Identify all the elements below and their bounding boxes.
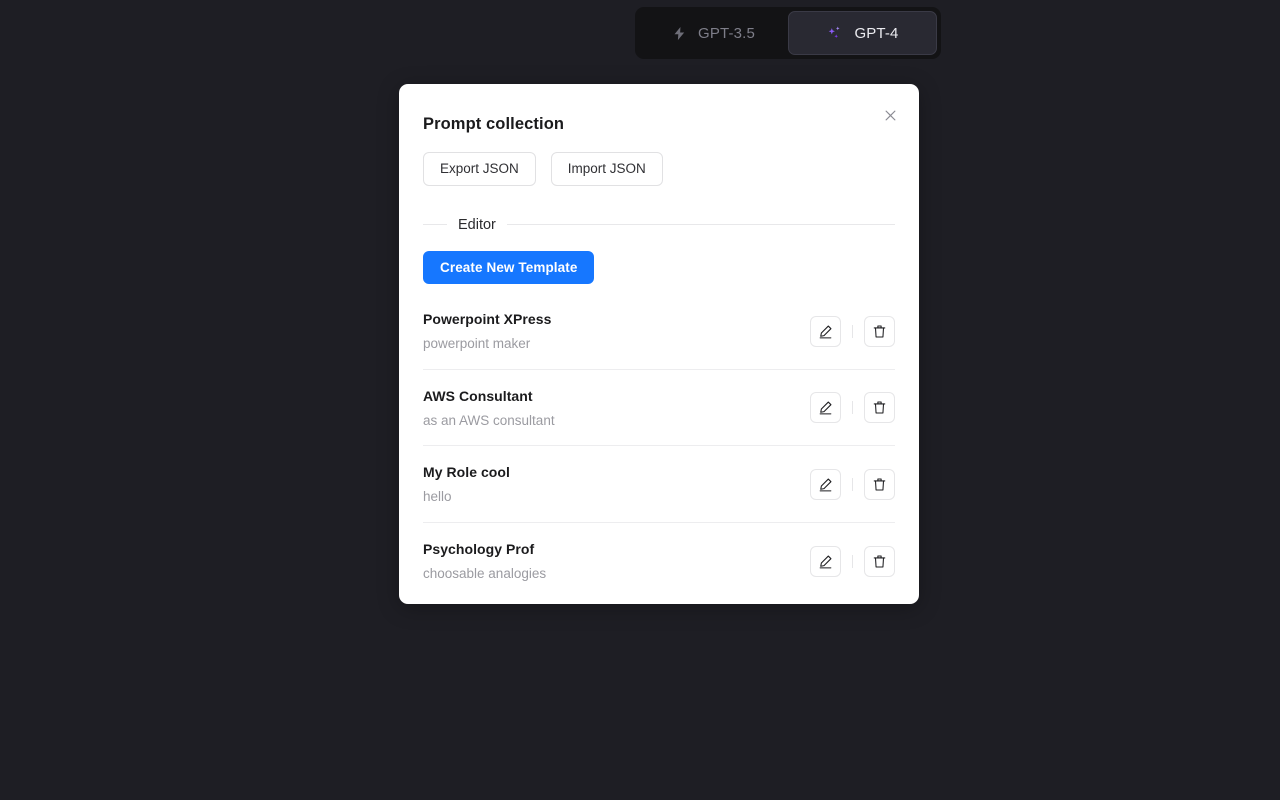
template-list: Powerpoint XPress powerpoint maker AWS C…: [423, 308, 895, 598]
json-button-group: Export JSON Import JSON: [423, 151, 895, 186]
trash-delete-icon: [873, 325, 886, 338]
modal-title: Prompt collection: [423, 115, 565, 133]
import-json-button[interactable]: Import JSON: [550, 151, 663, 186]
template-description: powerpoint maker: [423, 336, 531, 352]
pencil-edit-icon: [819, 401, 832, 415]
row-actions: [810, 315, 895, 347]
model-tab-label: GPT-4: [854, 24, 899, 42]
table-row: Powerpoint XPress powerpoint maker: [423, 308, 895, 369]
template-description: hello: [423, 489, 452, 505]
prompt-collection-modal: Prompt collection Export JSON Import JSO…: [399, 84, 919, 604]
divider-rule-left: [423, 224, 447, 226]
divider-rule-right: [506, 224, 895, 226]
action-separator: [852, 478, 853, 492]
template-text: My Role cool hello: [423, 464, 510, 505]
edit-template-button[interactable]: [810, 392, 841, 424]
template-text: Psychology Prof choosable analogies: [423, 541, 546, 582]
action-separator: [852, 401, 853, 415]
template-text: AWS Consultant as an AWS consultant: [423, 388, 555, 429]
template-description: choosable analogies: [423, 565, 547, 581]
row-actions: [810, 469, 895, 501]
close-button[interactable]: [877, 102, 903, 128]
edit-template-button[interactable]: [810, 545, 841, 577]
model-switcher: GPT-3.5 GPT-4: [635, 7, 941, 59]
template-name: AWS Consultant: [423, 387, 533, 404]
export-json-button[interactable]: Export JSON: [423, 151, 536, 186]
model-tab-label: GPT-3.5: [698, 24, 755, 42]
create-new-template-button[interactable]: Create New Template: [423, 251, 595, 284]
template-name: My Role cool: [423, 464, 510, 481]
lightning-bolt-icon: [672, 25, 687, 42]
edit-template-button[interactable]: [810, 315, 841, 347]
template-name: Psychology Prof: [423, 540, 535, 557]
action-separator: [852, 324, 853, 338]
sparkles-icon: [826, 25, 843, 42]
row-actions: [810, 545, 895, 577]
trash-delete-icon: [873, 478, 886, 491]
editor-section-label: Editor: [458, 216, 496, 233]
close-icon: [885, 110, 895, 120]
editor-section-divider: Editor: [423, 216, 895, 233]
model-tab-gpt-3-5[interactable]: GPT-3.5: [639, 11, 788, 55]
pencil-edit-icon: [819, 325, 832, 339]
table-row: AWS Consultant as an AWS consultant: [423, 368, 895, 446]
template-name: Powerpoint XPress: [423, 311, 552, 327]
pencil-edit-icon: [819, 555, 832, 569]
edit-template-button[interactable]: [810, 469, 841, 501]
row-actions: [810, 392, 895, 424]
pencil-edit-icon: [819, 478, 832, 492]
delete-template-button[interactable]: [864, 392, 895, 424]
model-tab-gpt-4[interactable]: GPT-4: [788, 11, 937, 55]
table-row: My Role cool hello: [423, 445, 895, 522]
delete-template-button[interactable]: [864, 315, 895, 347]
delete-template-button[interactable]: [864, 545, 895, 577]
trash-delete-icon: [873, 555, 886, 568]
template-text: Powerpoint XPress powerpoint maker: [423, 311, 551, 352]
table-row: Psychology Prof choosable analogies: [423, 521, 895, 599]
trash-delete-icon: [873, 401, 886, 414]
template-description: as an AWS consultant: [423, 412, 555, 428]
action-separator: [852, 554, 853, 568]
delete-template-button[interactable]: [864, 469, 895, 501]
